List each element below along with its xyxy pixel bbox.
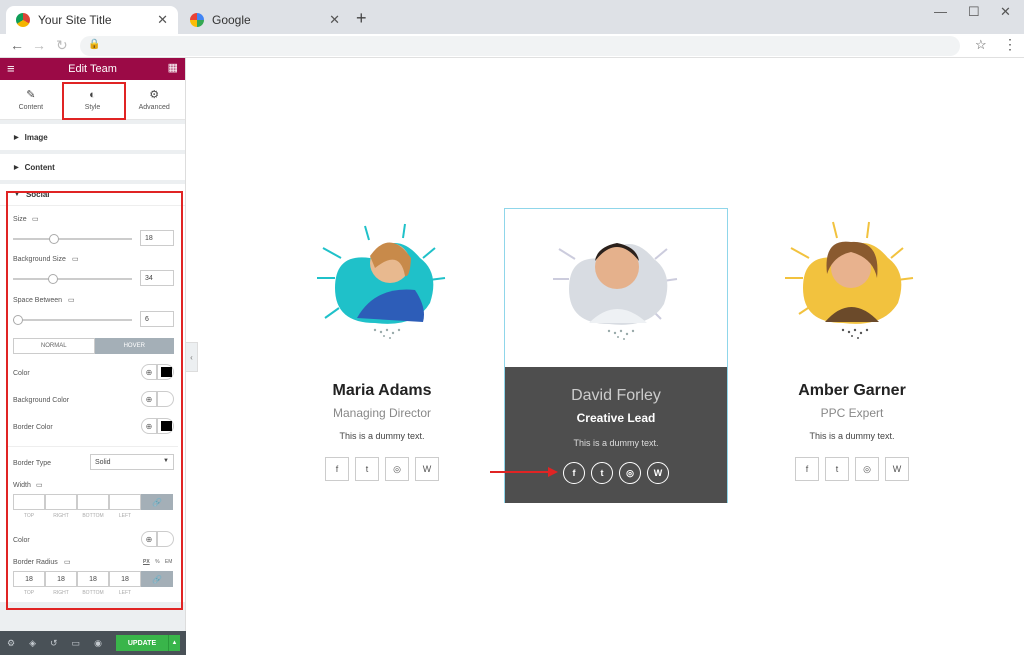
browser-tab-title: Google	[212, 13, 251, 27]
close-icon[interactable]: ✕	[157, 12, 168, 28]
facebook-icon[interactable]: f	[325, 457, 349, 481]
red-arrow-annotation	[490, 467, 558, 477]
member-name: Maria Adams	[332, 382, 432, 399]
maximize-icon[interactable]: ☐	[968, 4, 980, 20]
panel-title: Edit Team	[68, 63, 117, 75]
pencil-icon: ✎	[26, 89, 36, 101]
settings-icon[interactable]: ⚙	[7, 638, 15, 649]
section-label: Content	[24, 162, 55, 172]
section-label: Image	[24, 132, 48, 142]
caret-right-icon: ▶	[14, 134, 19, 141]
minimize-icon[interactable]: —	[934, 4, 947, 19]
section-image[interactable]: ▶ Image	[0, 124, 185, 150]
facebook-icon[interactable]: f	[795, 457, 819, 481]
browser-tab-google[interactable]: Google ✕	[180, 6, 350, 34]
team-card-3: Amber Garner PPC Expert This is a dummy …	[767, 210, 937, 500]
instagram-icon[interactable]: ◎	[619, 462, 641, 484]
team-card-1: Maria Adams Managing Director This is a …	[297, 210, 467, 500]
wordpress-icon[interactable]: W	[647, 462, 669, 484]
browser-tab-title: Your Site Title	[38, 13, 112, 27]
wordpress-icon[interactable]: W	[415, 457, 439, 481]
tab-advanced[interactable]: ⚙ Advanced	[123, 80, 185, 119]
tab-label: Content	[18, 104, 44, 111]
address-bar: ← → ↻ 🔒 ☆ ⋮	[0, 34, 1024, 58]
history-icon[interactable]: ↺	[50, 638, 58, 649]
member-role: Managing Director	[332, 406, 432, 420]
social-section-highlight	[6, 191, 183, 610]
widgets-grid-icon[interactable]: ▦	[168, 61, 178, 74]
section-content[interactable]: ▶ Content	[0, 154, 185, 180]
caret-right-icon: ▶	[14, 164, 19, 171]
facebook-icon[interactable]: f	[563, 462, 585, 484]
member-desc: This is a dummy text.	[573, 438, 659, 448]
avatar-amber	[785, 221, 914, 339]
update-options-button[interactable]: ▲	[168, 635, 180, 651]
forward-icon[interactable]: →	[32, 37, 46, 53]
team-card-2: David Forley Creative Lead This is a dum…	[504, 208, 728, 503]
avatar-david	[553, 243, 678, 340]
update-button[interactable]: UPDATE	[116, 635, 168, 651]
panel-header: ≡ Edit Team ▦	[0, 58, 185, 80]
panel-footer: ⚙ ◈ ↺ ▭ ◉ UPDATE ▲	[0, 631, 186, 655]
member-role: Creative Lead	[576, 411, 656, 425]
gear-icon: ⚙	[149, 89, 160, 101]
instagram-icon[interactable]: ◎	[385, 457, 409, 481]
collapse-panel-button[interactable]: ‹	[186, 342, 198, 372]
google-favicon-icon	[190, 13, 204, 27]
chrome-favicon-icon	[16, 13, 30, 27]
twitter-icon[interactable]: t	[591, 462, 613, 484]
window-close-icon[interactable]: ✕	[1000, 4, 1011, 20]
social-links: f t ◎ W	[297, 457, 467, 481]
member-role: PPC Expert	[820, 406, 884, 420]
social-links: f t ◎ W	[767, 457, 937, 481]
close-icon[interactable]: ✕	[329, 12, 340, 28]
style-tab-highlight	[62, 82, 126, 120]
member-desc: This is a dummy text.	[809, 431, 895, 441]
hamburger-menu-icon[interactable]: ≡	[7, 61, 15, 76]
preview-eye-icon[interactable]: ◉	[94, 638, 102, 649]
wordpress-icon[interactable]: W	[885, 457, 909, 481]
member-desc: This is a dummy text.	[339, 431, 425, 441]
twitter-icon[interactable]: t	[355, 457, 379, 481]
layers-icon[interactable]: ◈	[29, 638, 36, 649]
url-field[interactable]	[80, 36, 960, 56]
tab-label: Advanced	[138, 104, 170, 111]
browser-tab-site[interactable]: Your Site Title ✕	[6, 6, 178, 34]
browser-menu-icon[interactable]: ⋮	[1003, 36, 1017, 53]
instagram-icon[interactable]: ◎	[855, 457, 879, 481]
responsive-icon[interactable]: ▭	[72, 638, 81, 649]
new-tab-button[interactable]: +	[356, 8, 367, 29]
bookmark-star-icon[interactable]: ☆	[975, 37, 987, 53]
member-name: Amber Garner	[798, 382, 906, 399]
member-name: David Forley	[571, 387, 661, 404]
avatar-maria	[317, 223, 446, 339]
browser-tab-strip: Your Site Title ✕ Google ✕ + — ☐ ✕	[0, 0, 1024, 34]
tab-content[interactable]: ✎ Content	[0, 80, 62, 119]
twitter-icon[interactable]: t	[825, 457, 849, 481]
lock-icon: 🔒	[88, 39, 101, 50]
reload-icon[interactable]: ↻	[56, 37, 68, 54]
back-icon[interactable]: ←	[10, 37, 24, 53]
